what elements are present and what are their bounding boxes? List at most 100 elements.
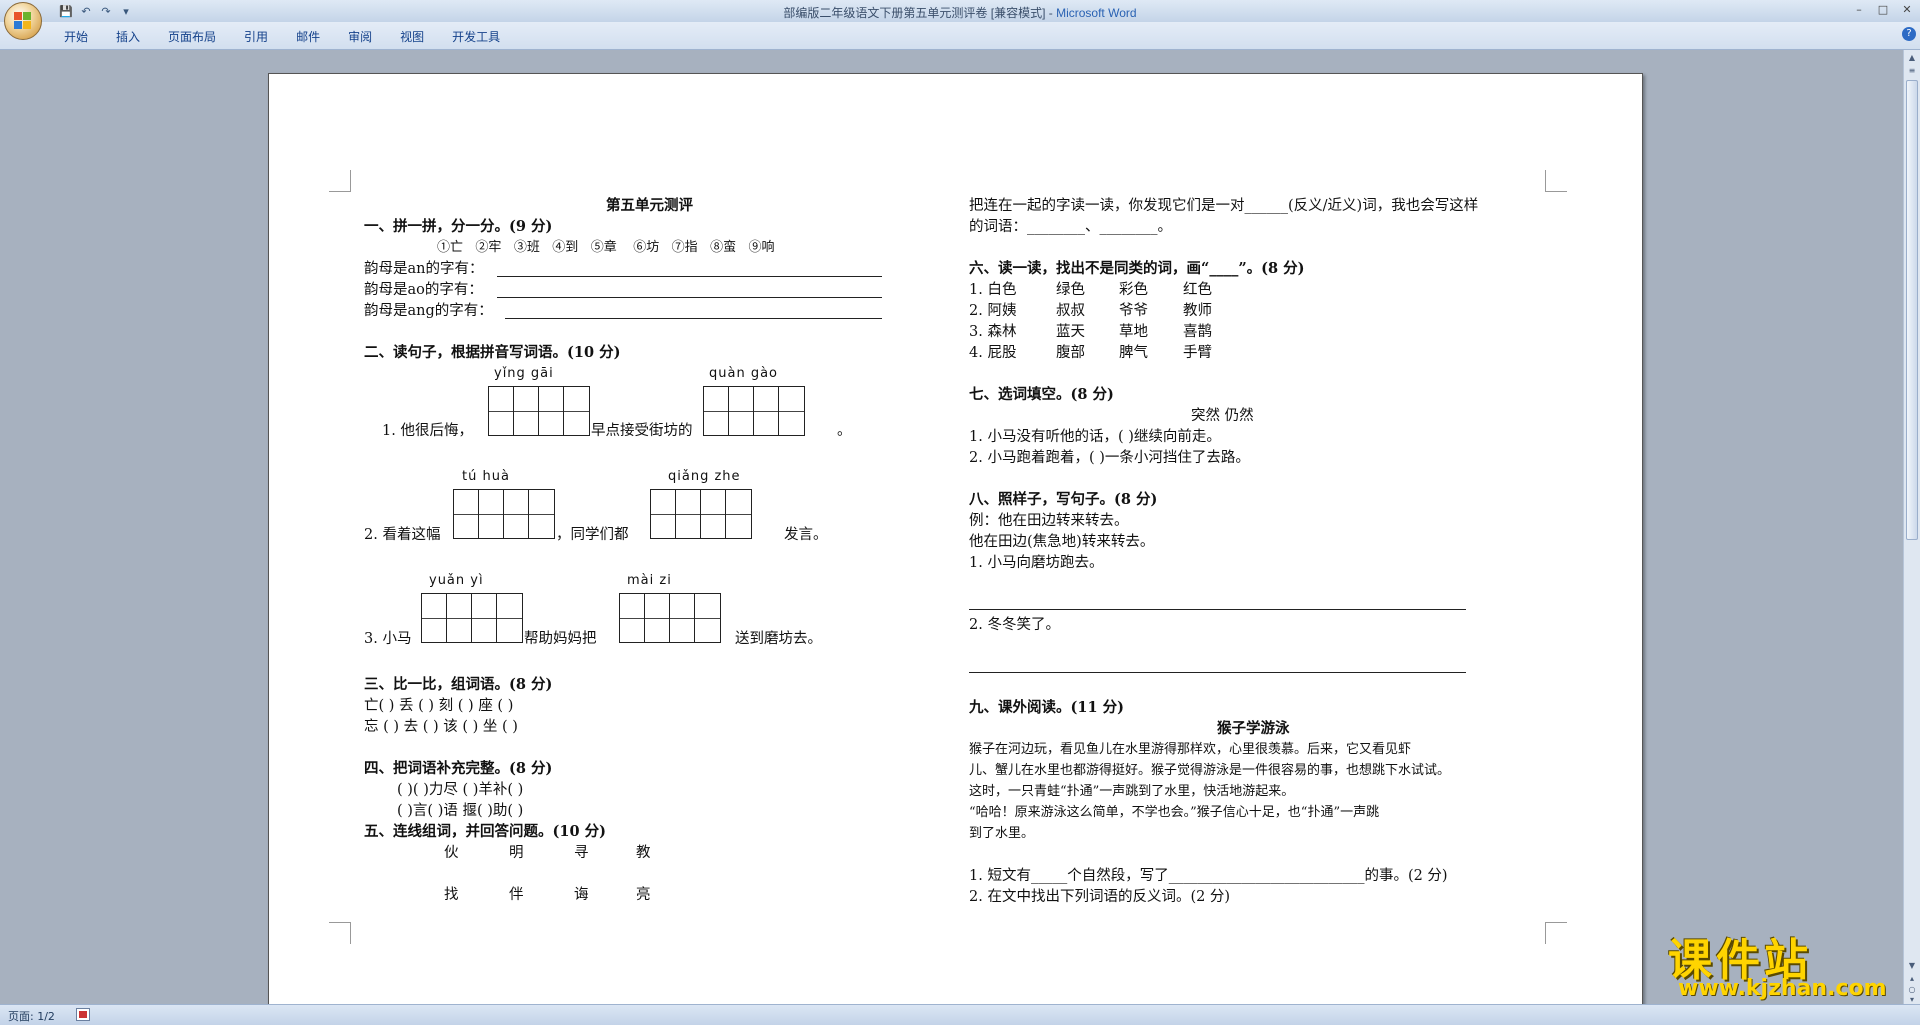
section-7-q2: 2. 小马跑着跑着，( )一条小河挡住了去路。 (969, 450, 1250, 466)
answer-line (969, 672, 1466, 673)
passage-line: 儿、蟹儿在水里也都游得挺好。猴子觉得游泳是一件很容易的事，也想跳下水试试。 (969, 763, 1451, 778)
section-9-q2: 2. 在文中找出下列词语的反义词。(2 分) (969, 889, 1231, 905)
section-5-heading: 五、连线组词，并回答问题。(10 分) (364, 823, 606, 840)
section-2-heading: 二、读句子，根据拼音写词语。(10 分) (364, 344, 621, 361)
s6-word: 3. 森林 (969, 324, 1017, 340)
section-3-heading: 三、比一比，组词语。(8 分) (364, 676, 553, 693)
close-button[interactable]: ✕ (1900, 2, 1914, 16)
s6-word: 4. 屁股 (969, 345, 1017, 361)
section-8-example-2: 他在田边(焦急地)转来转去。 (969, 534, 1155, 550)
char-item: ⑨响 (748, 240, 775, 255)
office-button[interactable] (4, 2, 42, 40)
section-8-q1: 1. 小马向磨坊跑去。 (969, 555, 1104, 571)
minimize-button[interactable]: – (1852, 2, 1866, 16)
q2-3-text-c: 送到磨坊去。 (735, 631, 822, 647)
link-word[interactable]: 亮 (636, 886, 651, 904)
tab-mailings[interactable]: 邮件 (282, 28, 334, 46)
q2-3-text-b: 帮助妈妈把 (524, 631, 597, 647)
tab-view[interactable]: 视图 (386, 28, 438, 46)
link-word[interactable]: 寻 (574, 844, 589, 862)
char-item: ⑦指 (671, 240, 698, 255)
proofing-icon[interactable] (76, 1008, 90, 1021)
page-count[interactable]: 页面: 1/2 (8, 1008, 55, 1024)
section-5-intro-1: 把连在一起的字读一读，你发现它们是一对______(反义/近义)词，我也会写这样 (969, 198, 1479, 214)
answer-line (505, 318, 882, 319)
doc-title: 第五单元测评 (606, 197, 693, 214)
section-1-heading: 一、拼一拼，分一分。(9 分) (364, 218, 553, 235)
pinyin-label: quàn gào (709, 366, 779, 381)
office-logo-icon (14, 12, 32, 30)
section-3-row-1: 亡( ) 丢 ( ) 刻 ( ) 座 ( ) (364, 698, 514, 714)
writing-grid[interactable] (488, 386, 590, 436)
q2-1-text-c: 。 (837, 423, 852, 439)
document-page[interactable]: 第五单元测评 一、拼一拼，分一分。(9 分) ①亡 ②牢 ③班 ④到 ⑤章 ⑥坊… (268, 73, 1643, 1013)
maximize-button[interactable]: □ (1876, 2, 1890, 16)
s6-word: 喜鹊 (1183, 324, 1212, 340)
section-4-row-1: ( )( )力尽 ( )羊补( ) (397, 782, 524, 798)
link-word[interactable]: 教 (636, 844, 651, 862)
tab-insert[interactable]: 插入 (102, 28, 154, 46)
link-word[interactable]: 找 (444, 886, 459, 904)
answer-line (497, 297, 882, 298)
crop-mark (329, 922, 351, 944)
scrollbar-thumb[interactable] (1906, 80, 1918, 540)
ruler-toggle-icon[interactable]: ≡ (1906, 65, 1918, 77)
section-8-q2: 2. 冬冬笑了。 (969, 617, 1060, 633)
writing-grid[interactable] (453, 489, 555, 539)
s6-word: 彩色 (1119, 282, 1148, 298)
ao-label: 韵母是ao的字有： (364, 282, 483, 298)
link-word[interactable]: 伙 (444, 844, 459, 862)
passage-line: 这时，一只青蛙“扑通”一声跳到了水里，快活地游起来。 (969, 784, 1295, 799)
char-item: ⑥坊 (633, 240, 660, 255)
writing-grid[interactable] (421, 593, 523, 643)
ribbon: 开始 插入 页面布局 引用 邮件 审阅 视图 开发工具 ? (0, 22, 1920, 50)
document-title: 部编版二年级语文下册第五单元测评卷 [兼容模式] - (783, 6, 1057, 20)
link-word[interactable]: 明 (509, 844, 524, 862)
char-item: ⑤章 (590, 240, 617, 255)
crop-mark (1545, 922, 1567, 944)
q2-2-text-b: ，同学们都 (556, 527, 629, 543)
watermark-url: www.kjzhan.com (1678, 976, 1887, 1001)
section-7-q1: 1. 小马没有听他的话，( )继续向前走。 (969, 429, 1221, 445)
window-title: 部编版二年级语文下册第五单元测评卷 [兼容模式] - Microsoft Wor… (0, 4, 1920, 21)
writing-grid[interactable] (650, 489, 752, 539)
writing-grid[interactable] (619, 593, 721, 643)
pinyin-label: yǐng gāi (494, 366, 554, 381)
section-7-heading: 七、选词填空。(8 分) (969, 386, 1114, 403)
section-7-word-bank: 突然 仍然 (1191, 408, 1254, 424)
scroll-up-icon[interactable]: ▲ (1906, 52, 1918, 64)
s6-word: 蓝天 (1056, 324, 1085, 340)
answer-line (969, 609, 1466, 610)
pinyin-label: qiǎng zhe (668, 469, 741, 484)
section-9-q1: 1. 短文有_____个自然段，写了______________________… (969, 868, 1448, 884)
s6-word: 2. 阿姨 (969, 303, 1017, 319)
q2-1-text-b: 早点接受街坊的 (591, 423, 693, 439)
q2-3-text-a: 3. 小马 (364, 631, 412, 647)
ribbon-tabs: 开始 插入 页面布局 引用 邮件 审阅 视图 开发工具 (50, 28, 514, 46)
app-name: Microsoft Word (1056, 6, 1137, 20)
crop-mark (1545, 170, 1567, 192)
q2-2-text-c: 发言。 (784, 527, 828, 543)
site-watermark: 课件站 www.kjzhan.com (1668, 924, 1908, 1004)
link-word[interactable]: 伴 (509, 886, 524, 904)
help-icon[interactable]: ? (1902, 27, 1916, 41)
answer-line (497, 276, 882, 277)
window-controls: – □ ✕ (1852, 2, 1914, 16)
tab-review[interactable]: 审阅 (334, 28, 386, 46)
section-6-heading: 六、读一读，找出不是同类的词，画“____”。(8 分) (969, 260, 1305, 277)
s6-word: 爷爷 (1119, 303, 1148, 319)
tab-developer[interactable]: 开发工具 (438, 28, 514, 46)
tab-home[interactable]: 开始 (50, 28, 102, 46)
section-9-heading: 九、课外阅读。(11 分) (969, 699, 1124, 716)
q2-1-text-a: 1. 他很后悔， (382, 423, 473, 439)
pinyin-label: mài zi (627, 573, 672, 588)
char-item: ③班 (513, 240, 540, 255)
writing-grid[interactable] (703, 386, 805, 436)
tab-references[interactable]: 引用 (230, 28, 282, 46)
tab-page-layout[interactable]: 页面布局 (154, 28, 230, 46)
link-word[interactable]: 诲 (574, 886, 589, 904)
section-1-chars: ①亡 ②牢 ③班 ④到 ⑤章 ⑥坊 ⑦指 ⑧蛮 ⑨响 (437, 239, 775, 257)
vertical-scrollbar[interactable]: ▲ ≡ ▼ ▴ ○ ▾ (1903, 50, 1920, 1004)
ang-label: 韵母是ang的字有： (364, 303, 493, 319)
s6-word: 腹部 (1056, 345, 1085, 361)
